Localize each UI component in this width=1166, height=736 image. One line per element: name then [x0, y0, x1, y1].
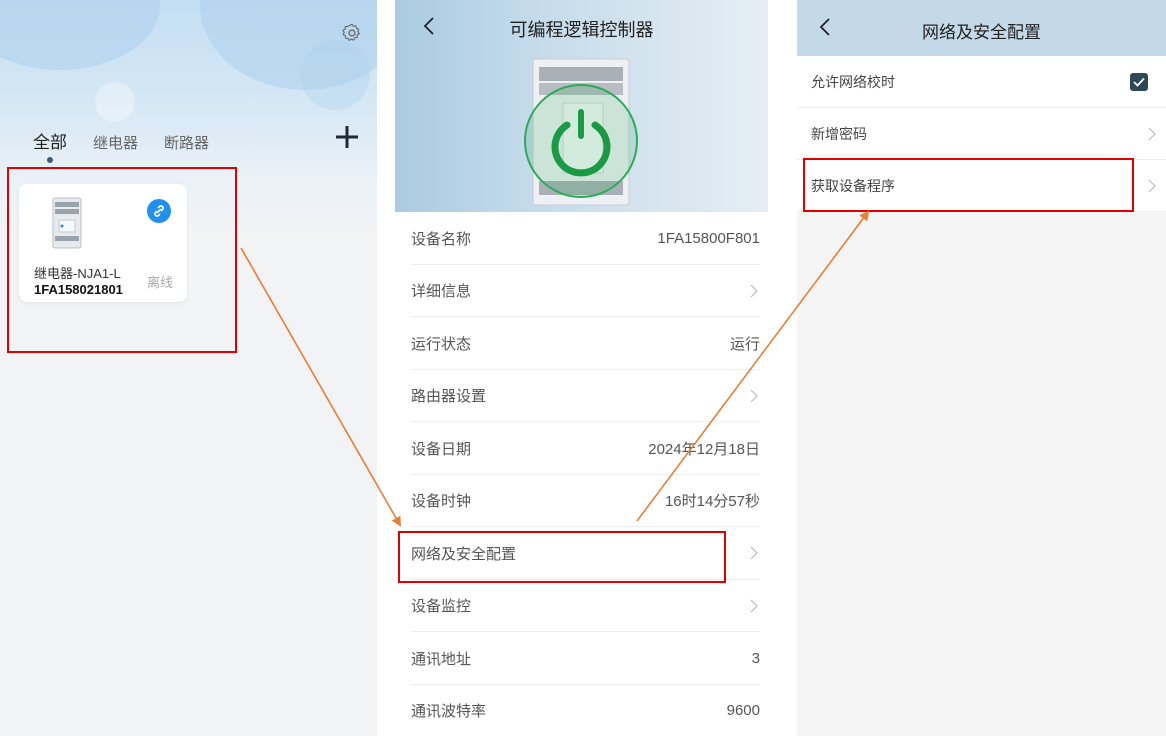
row-label: 允许网络校时	[811, 74, 895, 90]
row-value: 16时14分57秒	[664, 493, 760, 511]
page-title: 网络及安全配置	[922, 23, 1041, 42]
highlight-get-program-row	[803, 158, 1134, 212]
settings-row: 通讯波特率 9600	[395, 685, 768, 736]
row-value: 3	[751, 649, 760, 667]
chevron-right-icon	[1148, 179, 1156, 193]
plc-detail-screen: 可编程逻辑控制器 设备名称 1FA15800F801 详细信息运行状态 运行路由器设置…	[395, 0, 768, 736]
row-label: 设备名称	[411, 230, 472, 248]
row-label: 通讯地址	[411, 650, 472, 668]
row-value: 运行	[729, 335, 760, 353]
row-label: 设备监控	[411, 598, 472, 616]
chevron-right-icon	[750, 546, 758, 560]
row-label: 设备日期	[411, 440, 472, 458]
plus-icon[interactable]	[334, 124, 360, 150]
gear-icon[interactable]	[341, 22, 363, 44]
chevron-right-icon	[750, 599, 758, 613]
settings-row[interactable]: 设备监控	[395, 580, 768, 632]
tab-all[interactable]: 全部	[33, 128, 67, 153]
settings-row: 设备日期 2024年12月18日	[395, 422, 768, 475]
chevron-right-icon	[1148, 127, 1156, 141]
settings-row[interactable]: 详细信息	[395, 265, 768, 317]
settings-row: 设备时钟 16时14分57秒	[395, 475, 768, 527]
settings-row[interactable]: 允许网络校时	[797, 56, 1166, 108]
row-label: 新增密码	[811, 126, 867, 142]
settings-list: 设备名称 1FA15800F801 详细信息运行状态 运行路由器设置设备日期 2024年…	[395, 212, 768, 736]
checkbox[interactable]	[1130, 73, 1148, 91]
tab-breaker[interactable]: 断路器	[164, 132, 209, 153]
plc-device-image	[524, 58, 638, 206]
settings-row: 通讯地址 3	[395, 632, 768, 685]
page-title: 可编程逻辑控制器	[509, 20, 654, 40]
device-list-screen: 全部 继电器 断路器 继电器-NJA1-L 1FA158021801 离线	[0, 0, 377, 736]
settings-row: 运行状态 运行	[395, 317, 768, 370]
chevron-right-icon	[750, 389, 758, 403]
tab-relay[interactable]: 继电器	[93, 132, 138, 153]
category-tabs: 全部 继电器 断路器	[33, 128, 235, 153]
chevron-right-icon	[750, 284, 758, 298]
highlight-network-security-row	[398, 531, 726, 583]
row-label: 设备时钟	[411, 493, 472, 511]
settings-row: 设备名称 1FA15800F801	[395, 212, 768, 265]
row-label: 路由器设置	[411, 388, 487, 406]
settings-row[interactable]: 新增密码	[797, 108, 1166, 160]
row-value: 1FA15800F801	[657, 229, 760, 247]
row-label: 详细信息	[411, 283, 472, 301]
row-label: 运行状态	[411, 335, 472, 353]
row-value: 9600	[726, 702, 760, 720]
row-label: 通讯波特率	[411, 703, 487, 721]
network-security-screen: 网络及安全配置 允许网络校时 新增密码 获取设备程序	[797, 0, 1166, 736]
settings-row[interactable]: 路由器设置	[395, 370, 768, 422]
row-value: 2024年12月18日	[648, 440, 760, 458]
highlight-device-card	[7, 167, 237, 353]
